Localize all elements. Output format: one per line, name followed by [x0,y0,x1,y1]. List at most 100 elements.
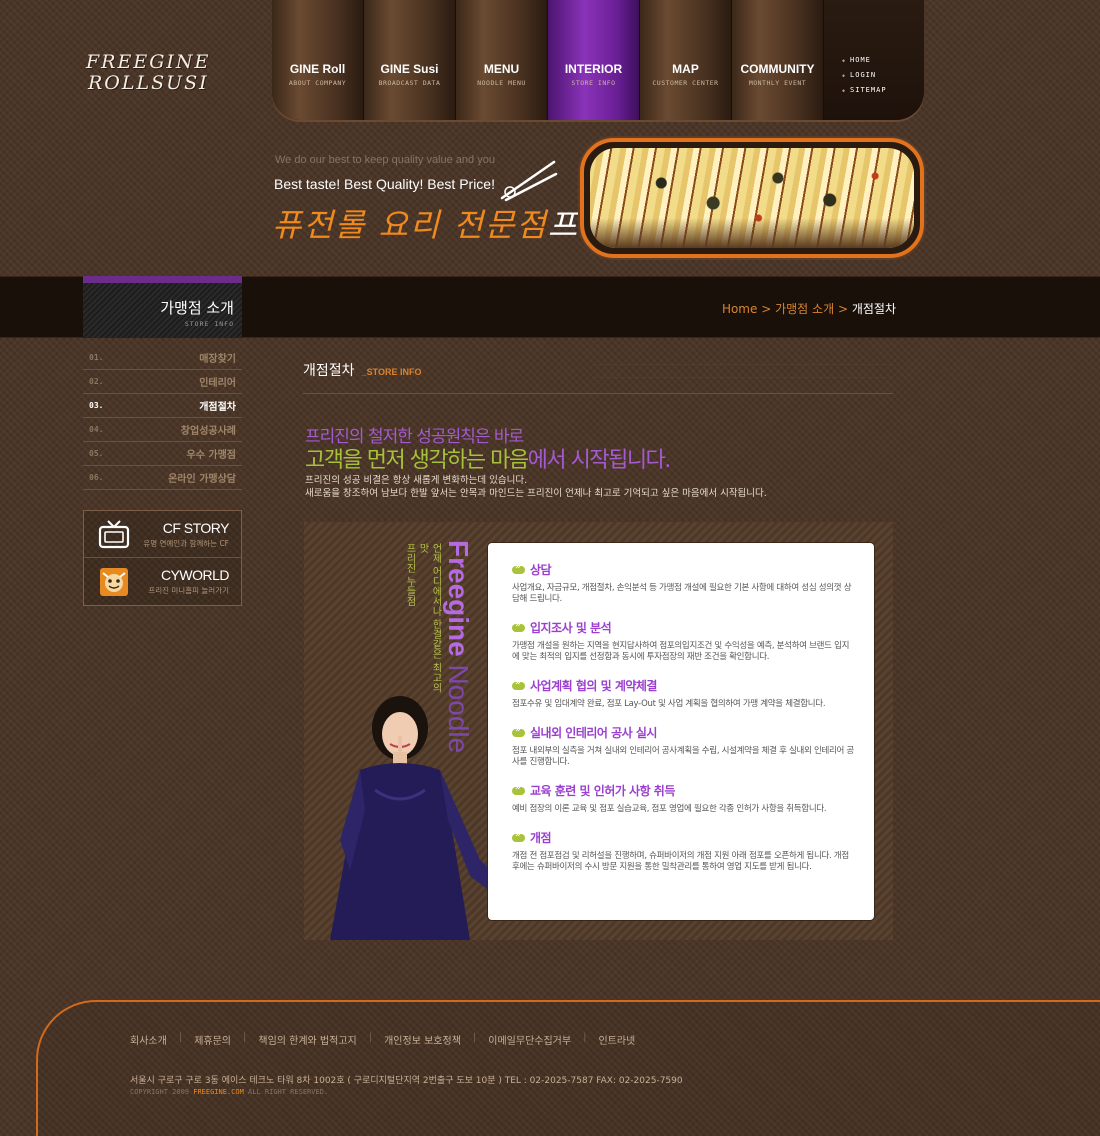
nav-item-gine-susi[interactable]: GINE Susi BROADCAST DATA [364,0,456,120]
nav-item-title: INTERIOR [564,62,623,76]
page-subtitle: _STORE INFO [361,367,422,377]
brand-bold: Freegine [443,540,474,657]
breadcrumb-sep: > [761,302,772,316]
hero-tagline: Best taste! Best Quality! Best Price! [274,176,495,192]
footer-copyright: COPYRIGHT 2009 FREEGINE.COM ALL RIGHT RE… [130,1088,328,1096]
cf-story-banner[interactable]: CF STORY 유명 연예인과 함께하는 CF [84,511,241,558]
step-desc: 점포수유 및 임대계약 완료, 점포 Lay-Out 및 사업 계획을 협의하여… [512,699,826,709]
sidebar-item-opening-procedure[interactable]: 03. 개점절차 [83,394,242,418]
step-title: 교육 훈련 및 인허가 사항 취득 [530,784,675,798]
nav-item-title: GINE Susi [380,62,439,76]
copyright-pre: COPYRIGHT 2009 [130,1088,190,1096]
nav-item-map[interactable]: MAP CUSTOMER CENTER [640,0,732,120]
chopsticks-icon [500,160,558,202]
step-site-analysis: 입지조사 및 분석 가맹점 개설을 원하는 지역을 현지답사하여 점포의입지조건… [512,619,854,663]
sitemap-link[interactable]: SITEMAP [842,83,920,98]
tv-icon [98,520,130,549]
breadcrumb-parent[interactable]: 가맹점 소개 [775,302,834,316]
hero-title-main: 퓨전롤 요리 전문점 [272,206,548,244]
nav-item-sub: MONTHLY EVENT [748,79,807,87]
arrow-bullet-icon [512,783,525,795]
logo-line2: ROLLSUSI [88,72,209,94]
step-heading: 실내외 인테리어 공사 실시 [512,724,854,741]
utility-nav: HOME LOGIN SITEMAP [824,0,920,120]
copyright-post: ALL RIGHT RESERVED. [248,1088,329,1096]
home-link[interactable]: HOME [842,53,920,68]
nav-item-sub: CUSTOMER CENTER [652,79,719,87]
step-title: 사업계획 협의 및 계약체결 [530,679,657,693]
step-title: 상담 [530,563,552,577]
banner-title: CYWORLD [160,567,230,583]
nav-item-community[interactable]: COMMUNITY MONTHLY EVENT [732,0,824,120]
nav-item-sub: STORE INFO [571,79,616,87]
page-title: 개점절차 [303,363,355,379]
header-decoration [593,364,893,378]
sidebar-item-num: 06. [89,473,104,482]
section-subtitle: STORE INFO [184,320,234,328]
content-header: 개점절차 _STORE INFO [303,360,893,394]
sidebar-item-label: 우수 가맹점 [186,450,236,461]
banner-sub: 프리진 미니홈피 놀러가기 [148,586,229,595]
intro-line-2: 고객을 먼저 생각하는 마음에서 시작됩니다. [305,442,671,474]
hero-subtitle: We do our best to keep quality value and… [275,154,495,166]
fusion-roll-image [590,148,914,248]
sidebar-item-label: 창업성공사례 [180,426,236,437]
section-title-box: 가맹점 소개 STORE INFO [83,276,242,338]
nav-item-title: GINE Roll [289,62,346,76]
intro-line-2-green: 고객을 먼저 생각하는 마음 [305,448,529,473]
sidebar-item-num: 03. [89,401,104,410]
nav-item-gine-roll[interactable]: GINE Roll ABOUT COMPANY [272,0,364,120]
banner-sub: 유명 연예인과 함께하는 CF [143,538,229,548]
logo-line1: FREEGINE [86,51,211,73]
sidebar-item-store-finder[interactable]: 01. 매장찾기 [83,346,242,370]
step-title: 개점 [530,831,552,845]
main-nav: GINE Roll ABOUT COMPANY GINE Susi BROADC… [272,0,924,120]
sidebar-item-label: 인테리어 [199,378,236,389]
footer-link-partnership[interactable]: 제휴문의 [194,1032,231,1047]
sidebar-menu: 01. 매장찾기 02. 인테리어 03. 개점절차 04. 창업성공사례 05… [83,346,242,490]
nav-item-interior[interactable]: INTERIOR STORE INFO [548,0,640,120]
arrow-bullet-icon [512,562,525,574]
nav-item-title: MAP [672,62,699,76]
sidebar-item-success-cases[interactable]: 04. 창업성공사례 [83,418,242,442]
step-opening: 개점 개점 전 점포점검 및 리허설을 진행하며, 슈퍼바이저의 개점 지원 아… [512,829,854,873]
breadcrumb-sep: > [837,302,848,316]
step-desc: 가맹점 개설을 원하는 지역을 현지답사하여 점포의입지조건 및 수익성을 예측… [512,641,850,662]
cyworld-banner[interactable]: CYWORLD 프리진 미니홈피 놀러가기 [84,558,241,605]
sidebar-item-interior[interactable]: 02. 인테리어 [83,370,242,394]
footer-link-company[interactable]: 회사소개 [130,1032,167,1047]
copyright-brand[interactable]: FREEGINE.COM [193,1088,244,1096]
section-title: 가맹점 소개 [160,299,234,317]
breadcrumb-home[interactable]: Home [722,302,757,316]
footer-links: 회사소개 | 제휴문의 | 책임의 한계와 법적고지 | 개인정보 보호정책 | 이메일… [130,1032,636,1047]
intro-paragraph-2: 새로움을 창조하여 남보다 한발 앞서는 안목과 마인드는 프리진이 언제나 최… [305,488,767,499]
footer-link-email-policy[interactable]: 이메일무단수집거부 [488,1032,571,1047]
step-heading: 입지조사 및 분석 [512,619,854,636]
step-interior: 실내외 인테리어 공사 실시 점포 내외부의 실측을 거쳐 실내외 인테리어 공… [512,724,854,768]
sidebar-item-num: 02. [89,377,104,386]
nav-item-menu[interactable]: MENU NOODLE MENU [456,0,548,120]
step-title: 입지조사 및 분석 [530,621,612,635]
sidebar-item-best-stores[interactable]: 05. 우수 가맹점 [83,442,242,466]
footer [36,1000,1100,1136]
login-link[interactable]: LOGIN [842,68,920,83]
intro-paragraph-1: 프리진의 성공 비결은 항상 새롭게 변화하는데 있습니다. [305,475,528,486]
banner-title: CF STORY [162,519,230,536]
sidebar-item-num: 05. [89,449,104,458]
footer-link-privacy[interactable]: 개인정보 보호정책 [384,1032,461,1047]
footer-link-legal[interactable]: 책임의 한계와 법적고지 [258,1032,356,1047]
step-desc: 사업개요, 자금규모, 개점절차, 손익분석 등 가맹점 개설에 필요한 기본 … [512,583,852,604]
nav-item-title: MENU [483,62,520,76]
step-consulting: 상담 사업개요, 자금규모, 개점절차, 손익분석 등 가맹점 개설에 필요한 … [512,561,854,605]
footer-link-intranet[interactable]: 인트라넷 [598,1032,635,1047]
step-contract: 사업계획 협의 및 계약체결 점포수유 및 임대계약 완료, 점포 Lay-Ou… [512,677,854,710]
arrow-bullet-icon [512,620,525,632]
brand-slogan-2: 프리진 누들점 [404,543,415,607]
logo[interactable]: FREEGINE ROLLSUSI [86,52,226,102]
procedure-steps-card: 상담 사업개요, 자금규모, 개점절차, 손익분석 등 가맹점 개설에 필요한 … [488,543,874,920]
sidebar-item-online-consult[interactable]: 06. 온라인 가맹상담 [83,466,242,490]
step-title: 실내외 인테리어 공사 실시 [530,726,657,740]
sidebar-item-num: 01. [89,353,104,362]
sidebar-item-num: 04. [89,425,104,434]
nav-item-sub: NOODLE MENU [477,79,526,87]
